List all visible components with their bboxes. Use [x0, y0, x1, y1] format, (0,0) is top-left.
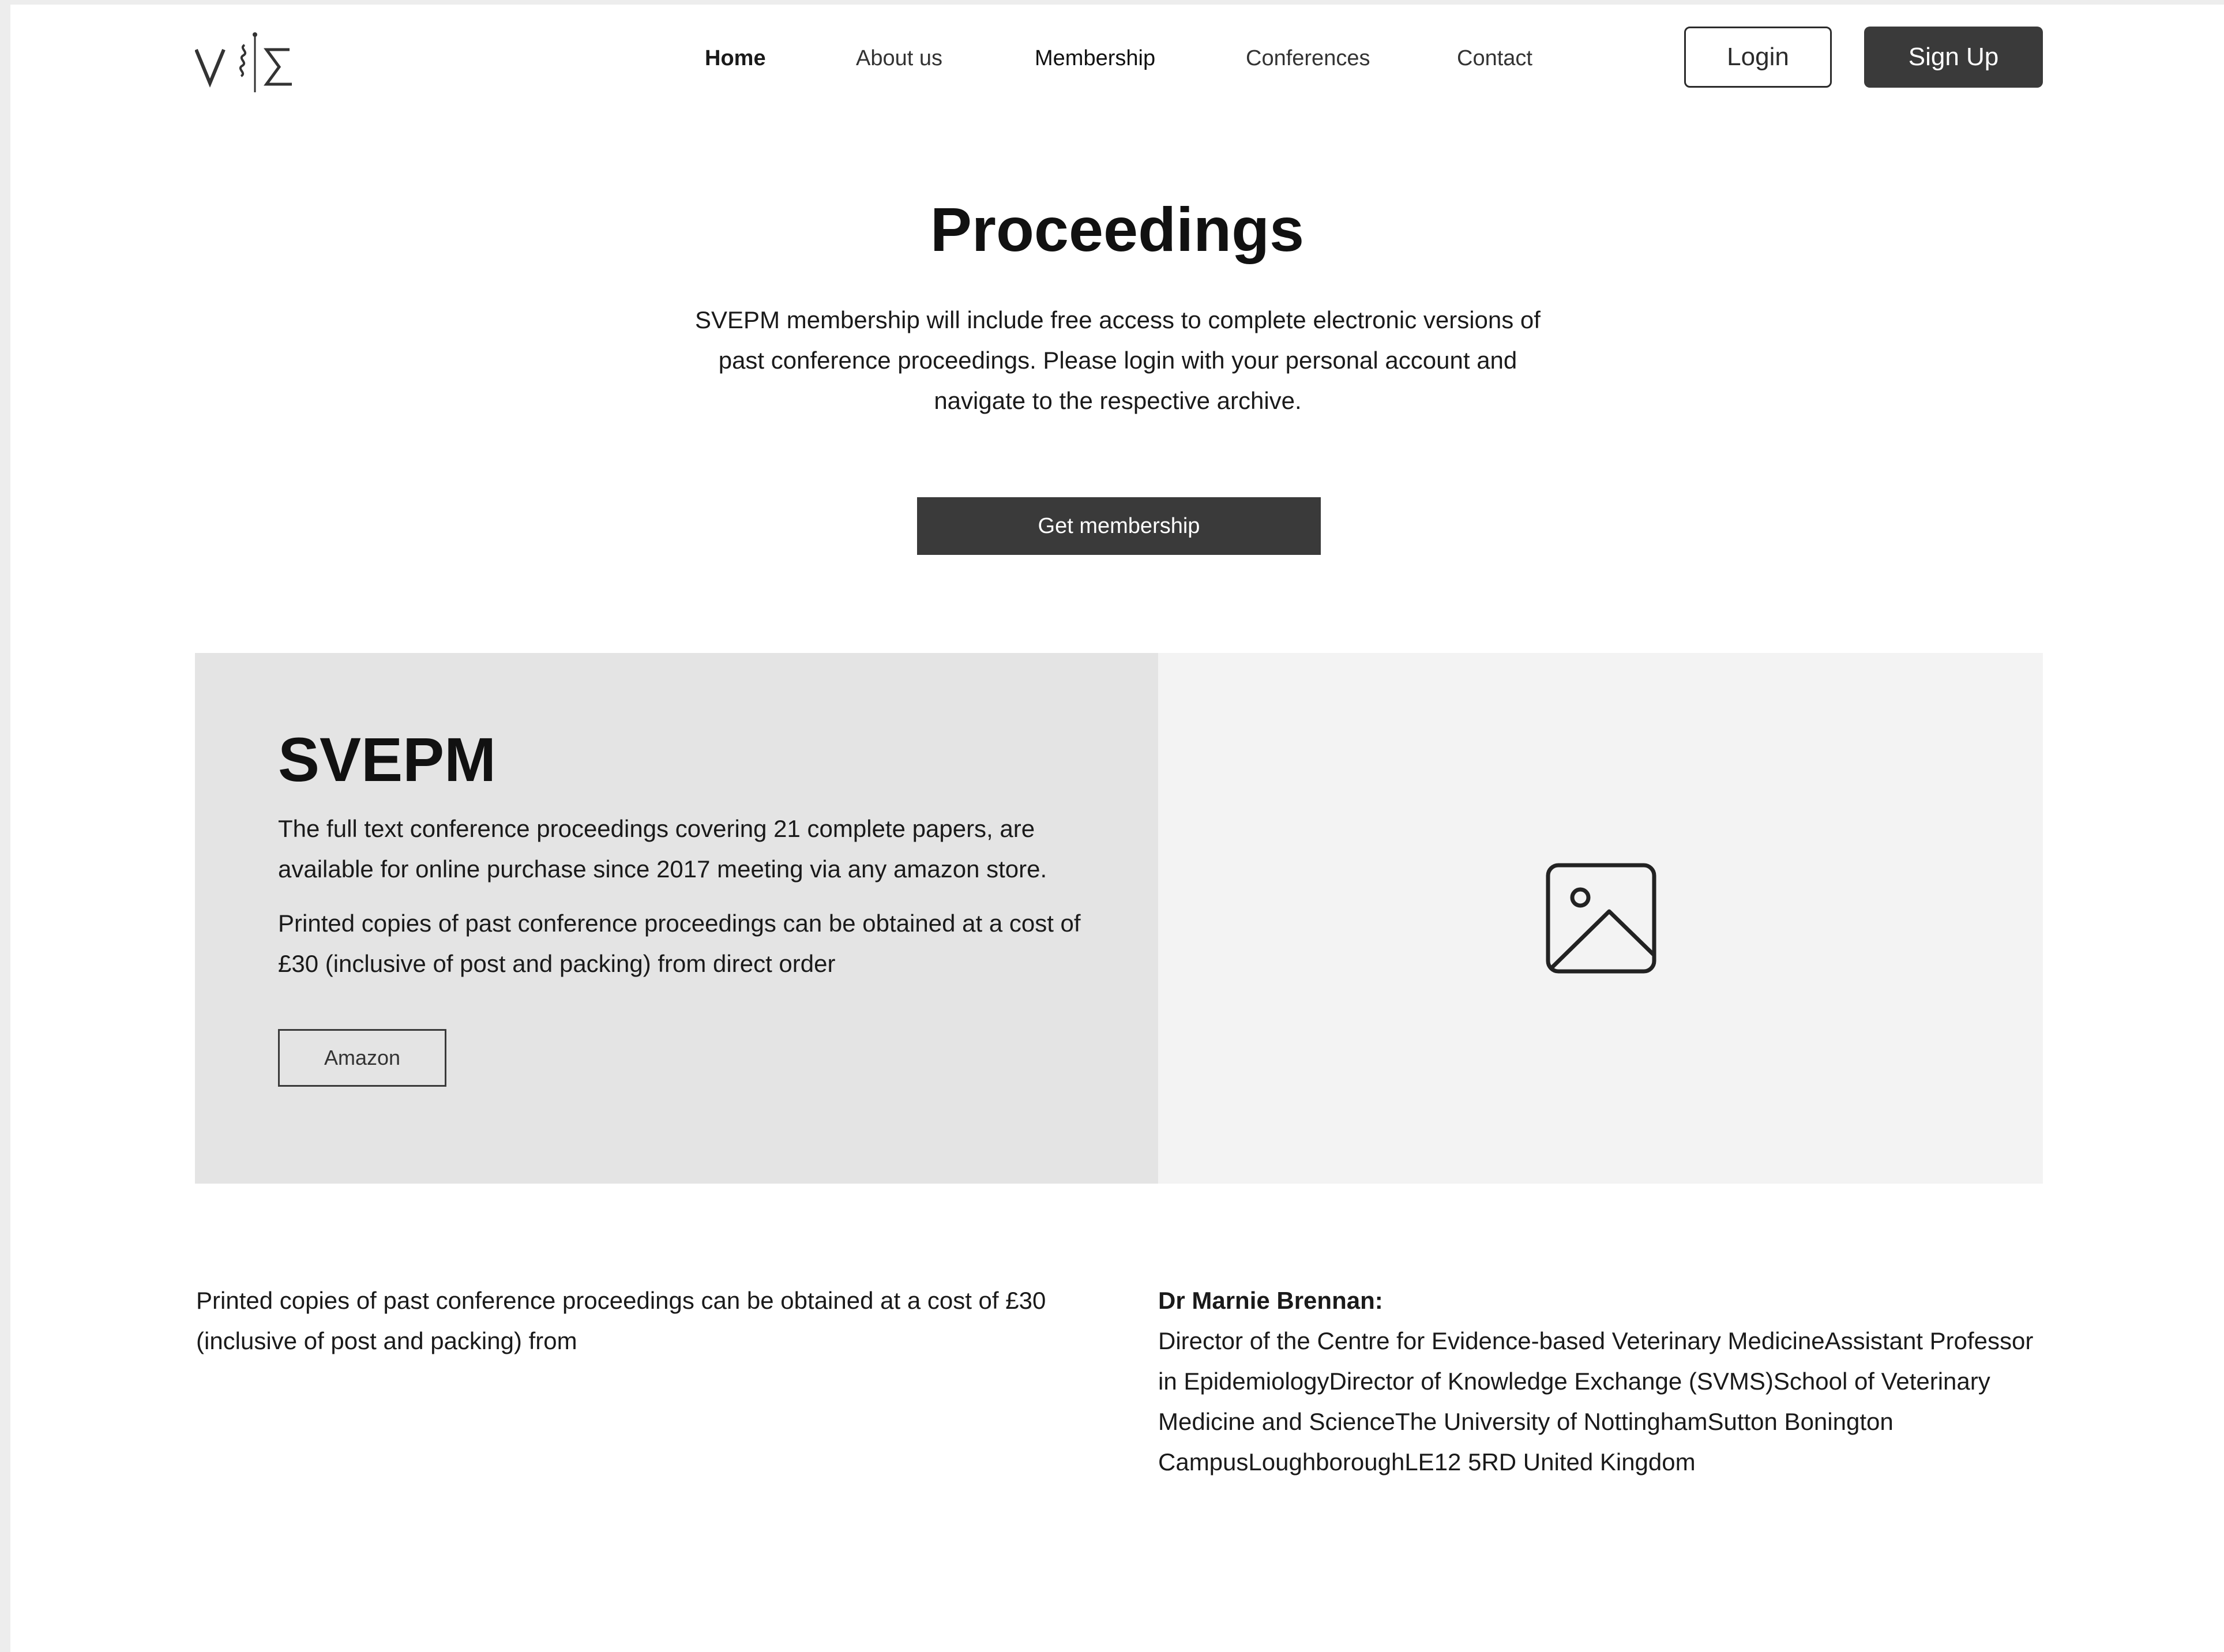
contact-block: Dr Marnie Brennan: Director of the Centr… — [1158, 1281, 2046, 1482]
nav-contact[interactable]: Contact — [1457, 44, 1532, 73]
amazon-button[interactable]: Amazon — [278, 1029, 446, 1087]
feature-paragraph-printed: Printed copies of past conference procee… — [278, 910, 1081, 977]
site-logo[interactable] — [194, 28, 310, 97]
contact-details: Director of the Centre for Evidence-base… — [1158, 1327, 2034, 1475]
nav-membership[interactable]: Membership — [1035, 44, 1155, 73]
contact-name: Dr Marnie Brennan: — [1158, 1287, 1383, 1314]
feature-title: SVEPM — [278, 724, 497, 794]
nav-about-us[interactable]: About us — [856, 44, 942, 73]
image-placeholder-icon — [1546, 863, 1656, 974]
get-membership-button[interactable]: Get membership — [917, 497, 1321, 555]
nav-home[interactable]: Home — [705, 44, 766, 73]
hero-description: SVEPM membership will include free acces… — [695, 306, 1541, 414]
login-button[interactable]: Login — [1684, 27, 1832, 88]
printed-copies-text: Printed copies of past conference procee… — [196, 1287, 1046, 1354]
feature-text-panel: SVEPM The full text conference proceedin… — [195, 653, 1158, 1184]
sign-up-button[interactable]: Sign Up — [1864, 27, 2043, 88]
feature-paragraph-online: The full text conference proceedings cov… — [278, 815, 1047, 883]
nav-conferences[interactable]: Conferences — [1246, 44, 1370, 73]
feature-image-panel — [1158, 653, 2043, 1184]
page-title: Proceedings — [930, 194, 1305, 264]
logo-icon — [194, 32, 292, 92]
page: Home About us Membership Conferences Con… — [10, 5, 2224, 1652]
